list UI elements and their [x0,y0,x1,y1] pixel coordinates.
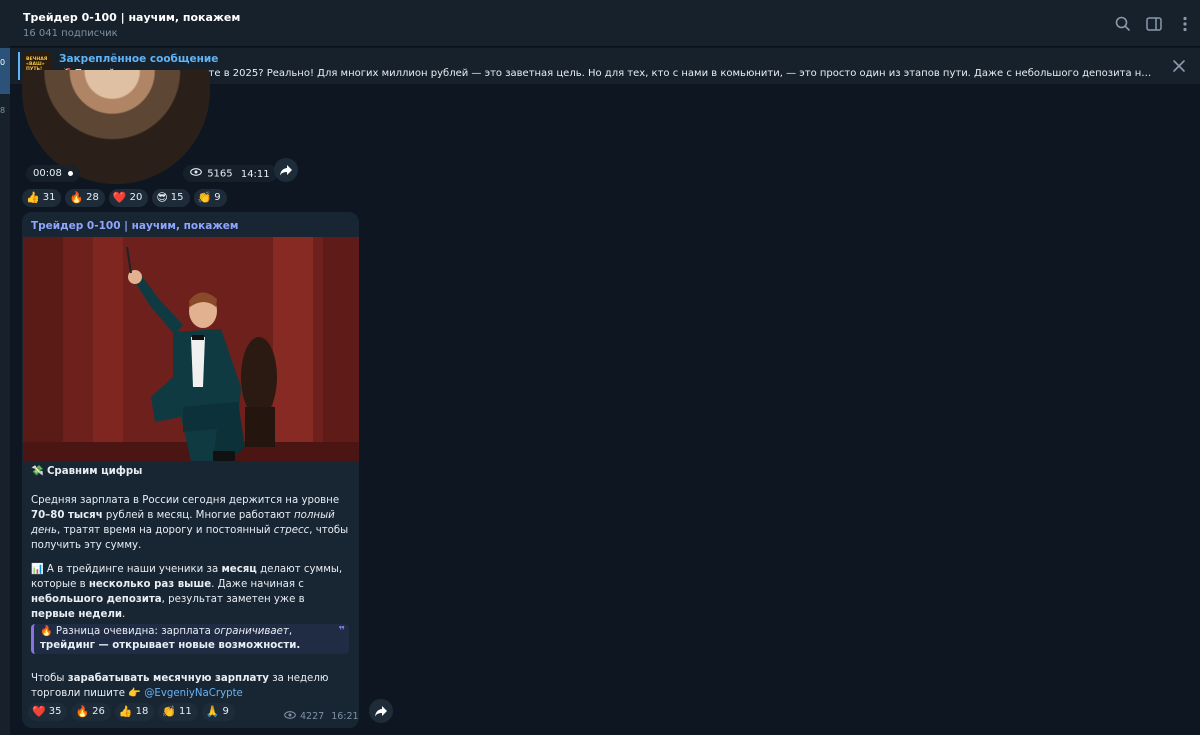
contact-link[interactable]: @EvgeniyNaCrypte [144,688,243,699]
text-run: Чтобы [31,673,68,684]
video-duration: 00:08 [26,165,81,182]
reaction-chip[interactable]: 🔥 26 [71,703,111,721]
post-heading-text: Сравним цифры [46,466,143,477]
fire-icon: 🔥 [40,626,53,637]
reaction-emoji: ❤️ [112,191,127,204]
reaction-chip[interactable]: 🙏 9 [201,703,235,721]
unread-count: 0 [0,58,6,67]
post-paragraph-2: 📊 А в трейдинге наши ученики за месяц де… [31,562,351,622]
post-photo-illustration [23,237,359,461]
reaction-emoji: 😎 [156,191,168,204]
video-duration-text: 00:08 [33,168,62,179]
post-reactions: ❤️ 35 🔥 26 👍 18 👏 11 🙏 9 [28,703,235,721]
reaction-count: 18 [135,706,149,717]
money-icon: 💸 [31,466,44,477]
chart-icon: 📊 [31,564,44,575]
reaction-chip[interactable]: ❤️ 20 [108,189,149,207]
close-icon[interactable] [1170,57,1188,75]
post-photo[interactable] [23,237,359,461]
sidebar-toggle-icon[interactable] [1144,14,1164,34]
text-run: Разница очевидна: зарплата [52,626,215,637]
reaction-emoji: 👏 [197,191,212,204]
reaction-emoji: ❤️ [32,705,46,718]
text-run: рублей в месяц. Многие работают [102,510,294,521]
recording-dot-icon [68,170,74,176]
forward-icon [280,165,292,176]
text-run: , результат заметен уже в [161,594,305,605]
message-time: 14:11 [240,168,270,180]
text-run-bold: небольшого депозита [31,594,162,605]
reaction-count: 26 [92,706,105,717]
forward-button[interactable] [369,699,393,723]
eye-icon [190,165,202,182]
text-run-bold: месяц [221,564,257,575]
text-run-italic: ограничивает [214,626,289,637]
reaction-chip[interactable]: ❤️ 35 [28,703,68,721]
channel-post[interactable]: Трейдер 0-100 | научим, покажем 💸 Сравни… [22,212,359,728]
text-run: А в трейдинге наши ученики за [43,564,222,575]
video-reactions: 👍 31 🔥 28 ❤️ 20 😎 15 👏 9 [22,189,227,207]
post-blockquote: 🔥 Разница очевидна: зарплата ограничивае… [31,624,349,654]
more-icon[interactable] [1175,14,1195,34]
text-run: , [288,626,293,637]
reaction-chip[interactable]: 👏 11 [158,703,198,721]
text-run: . Даже начиная с [211,579,304,590]
channel-title[interactable]: Трейдер 0-100 | научим, покажем [23,11,240,24]
text-run-bold: несколько раз выше [88,579,212,590]
search-icon[interactable] [1113,14,1133,34]
reaction-count: 20 [129,192,143,203]
text-run: . [122,609,126,620]
view-count: 4227 [300,711,325,722]
chat-header[interactable]: Трейдер 0-100 | научим, покажем 16 041 п… [10,0,1200,47]
reaction-count: 15 [170,192,184,203]
post-meta: 4227 16:21 [284,711,359,722]
reaction-count: 35 [48,706,62,717]
text-run-bold: трейдинг — открывает новые возможности. [40,640,301,651]
pinned-indicator [18,52,20,80]
pinned-label: Закреплённое сообщение [59,53,219,65]
text-run-italic: стресс [273,525,310,536]
post-heading: 💸 Сравним цифры [31,464,351,479]
post-paragraph-3: Чтобы зарабатывать месячную зарплату за … [31,671,351,701]
reaction-count: 28 [86,192,99,203]
reaction-chip[interactable]: 👏 9 [193,189,227,207]
reaction-emoji: 🙏 [205,705,220,718]
reaction-chip[interactable]: 👍 18 [114,703,155,721]
subscriber-count: 16 041 подписчик [23,28,118,39]
post-paragraph-1: Средняя зарплата в России сегодня держит… [31,493,351,553]
pinned-text: 🚀 Первый миллион на крипте в 2025? Реаль… [59,68,1157,79]
message-time: 16:21 [331,711,359,722]
quote-mark-icon: ❞ [338,624,345,637]
forward-icon [375,706,387,717]
active-chat-indicator[interactable] [0,48,10,94]
reaction-emoji: 🔥 [69,191,84,204]
text-run: Средняя зарплата в России сегодня держит… [31,495,340,506]
text-run: , тратят время на дорогу и постоянный [56,525,274,536]
reaction-chip[interactable]: 😎 15 [152,189,190,207]
text-run-bold: 70–80 тысяч [31,510,103,521]
reaction-emoji: 👍 [118,705,133,718]
view-count: 5165 [207,168,233,180]
eye-icon [284,711,296,722]
text-run-bold: первые недели [31,609,123,620]
reaction-count: 9 [214,192,221,203]
chat-list-edge: 0 8 [0,0,10,735]
forward-button[interactable] [274,158,298,182]
unread-count: 8 [0,106,6,115]
reaction-count: 31 [42,192,56,203]
post-author[interactable]: Трейдер 0-100 | научим, покажем [31,220,238,232]
reaction-emoji: 👏 [162,705,177,718]
video-meta: 5165 14:11 [183,165,277,182]
text-run-bold: зарабатывать месячную зарплату [67,673,269,684]
reaction-chip[interactable]: 🔥 28 [65,189,105,207]
reaction-chip[interactable]: 👍 31 [22,189,62,207]
reaction-count: 11 [179,706,192,717]
reaction-count: 9 [222,706,229,717]
pointing-hand-icon: 👉 [128,688,141,699]
reaction-emoji: 👍 [26,191,40,204]
reaction-emoji: 🔥 [75,705,90,718]
